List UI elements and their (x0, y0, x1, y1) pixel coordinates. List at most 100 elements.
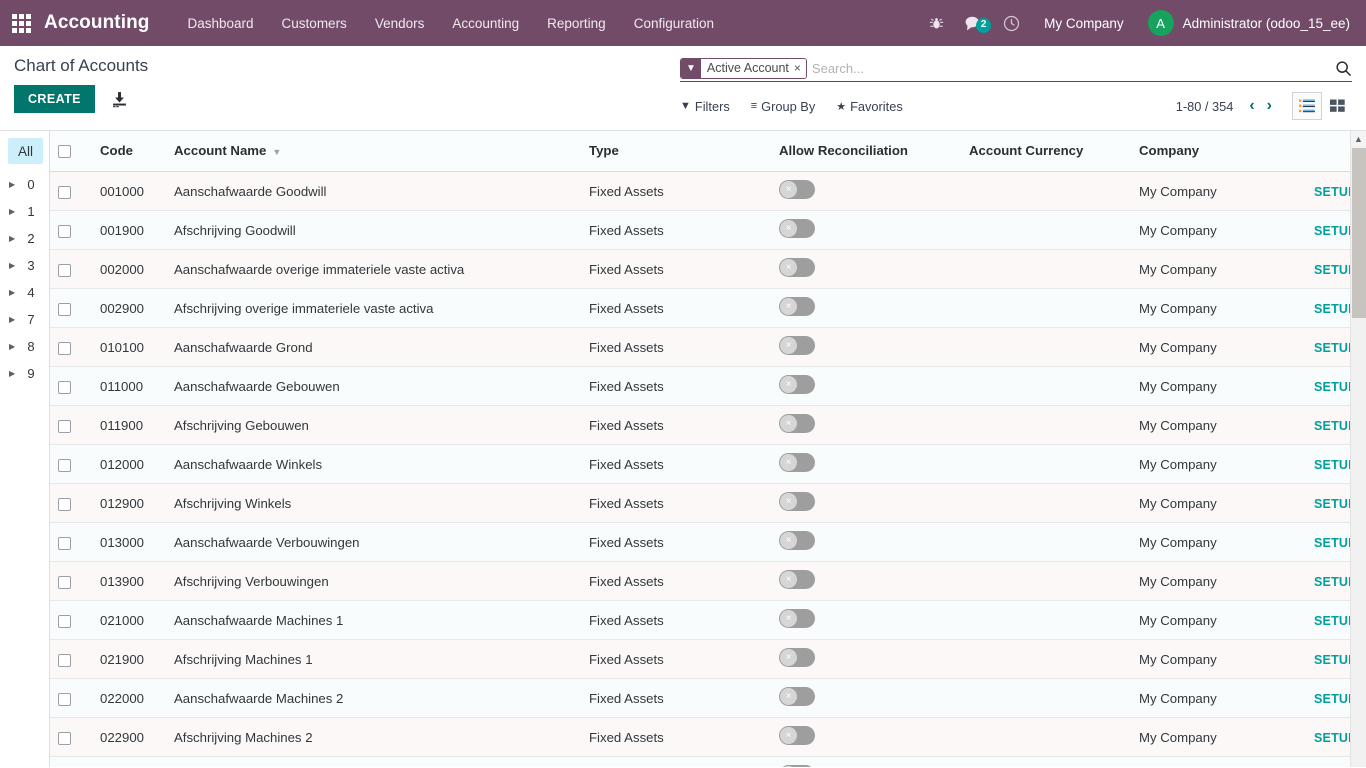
table-row[interactable]: 021000 Aanschafwaarde Machines 1 Fixed Ass… (50, 600, 1366, 641)
create-button[interactable]: CREATE (14, 85, 95, 114)
menu-item-reporting[interactable]: Reporting (533, 0, 620, 46)
pager-value[interactable]: 1-80 / 354 (1176, 99, 1234, 114)
vertical-scrollbar[interactable]: ▲ (1350, 131, 1366, 767)
remove-facet-icon[interactable]: × (793, 58, 806, 78)
reconciliation-toggle[interactable]: × (779, 570, 815, 590)
search-box[interactable]: ▼ Active Account × (680, 56, 1352, 82)
sidebar-item-1[interactable]: ▶ 1 (6, 198, 45, 224)
menu-item-dashboard[interactable]: Dashboard (174, 0, 268, 46)
row-checkbox[interactable] (58, 419, 71, 433)
cell-company: My Company (1131, 522, 1306, 563)
row-checkbox[interactable] (58, 341, 71, 355)
search-facet-active-account[interactable]: ▼ Active Account × (680, 57, 807, 79)
reconciliation-toggle[interactable]: × (779, 453, 815, 473)
row-checkbox[interactable] (58, 380, 71, 394)
sidebar-item-4[interactable]: ▶ 4 (6, 279, 45, 305)
table-row[interactable]: 001000 Aanschafwaarde Goodwill Fixed Asset… (50, 171, 1366, 212)
kanban-view-icon[interactable] (1322, 92, 1352, 120)
row-checkbox[interactable] (58, 263, 71, 277)
table-row[interactable]: 010100 Aanschafwaarde Grond Fixed Assets × M… (50, 327, 1366, 368)
row-checkbox[interactable] (58, 692, 71, 706)
column-header-allow-reconciliation[interactable]: Allow Reconciliation (771, 131, 961, 173)
column-header-code[interactable]: Code (92, 131, 166, 173)
chevron-left-icon[interactable]: ‹ (1243, 98, 1260, 114)
row-checkbox[interactable] (58, 653, 71, 667)
reconciliation-toggle[interactable]: × (779, 336, 815, 356)
table-row[interactable]: 031000Aanschafwaarde BedrijfsinventarisF… (50, 756, 1366, 767)
row-checkbox[interactable] (58, 536, 71, 550)
table-row[interactable]: 012900 Afschrijving Winkels Fixed Assets × M… (50, 483, 1366, 524)
user-menu[interactable]: A Administrator (odoo_15_ee) (1138, 10, 1354, 36)
table-row[interactable]: 011000 Aanschafwaarde Gebouwen Fixed Asset… (50, 366, 1366, 407)
reconciliation-toggle[interactable]: × (779, 726, 815, 746)
menu-item-accounting[interactable]: Accounting (438, 0, 533, 46)
menu-item-configuration[interactable]: Configuration (620, 0, 728, 46)
table-row[interactable]: 002000 Aanschafwaarde overige immateriele… (50, 249, 1366, 290)
sidebar-item-0[interactable]: ▶ 0 (6, 171, 45, 197)
reconciliation-toggle[interactable]: × (779, 219, 815, 239)
import-icon[interactable] (111, 91, 128, 108)
chevron-right-icon[interactable]: › (1261, 98, 1278, 114)
row-checkbox[interactable] (58, 185, 71, 199)
column-header-account-name[interactable]: Account Name ▼ (166, 131, 581, 173)
reconciliation-toggle[interactable]: × (779, 414, 815, 434)
column-header-company[interactable]: Company (1131, 131, 1306, 173)
search-icon[interactable] (1327, 60, 1352, 77)
scroll-up-icon[interactable]: ▲ (1351, 131, 1366, 147)
apps-grid-icon[interactable] (10, 12, 32, 34)
favorites-dropdown[interactable]: ★ Favorites (836, 99, 903, 114)
reconciliation-toggle[interactable]: × (779, 765, 815, 767)
sidebar-item-all[interactable]: All (8, 138, 43, 164)
row-checkbox[interactable] (58, 458, 71, 472)
cell-code: 001900 (92, 210, 166, 251)
table-row[interactable]: 021900 Afschrijving Machines 1 Fixed Asset… (50, 639, 1366, 680)
reconciliation-toggle[interactable]: × (779, 180, 815, 200)
row-checkbox[interactable] (58, 614, 71, 628)
sidebar-item-8[interactable]: ▶ 8 (6, 333, 45, 359)
cell-code: 031000 (92, 756, 166, 767)
row-checkbox[interactable] (58, 497, 71, 511)
search-input[interactable] (809, 58, 1327, 78)
reconciliation-toggle[interactable]: × (779, 609, 815, 629)
column-header-account-currency[interactable]: Account Currency (961, 131, 1131, 173)
cell-account-currency (961, 405, 1131, 446)
app-brand-accounting[interactable]: Accounting (44, 12, 150, 34)
reconciliation-toggle[interactable]: × (779, 297, 815, 317)
messages-icon[interactable]: 2 (954, 15, 993, 33)
reconciliation-toggle[interactable]: × (779, 375, 815, 395)
sidebar-item-3[interactable]: ▶ 3 (6, 252, 45, 278)
row-checkbox[interactable] (58, 302, 71, 316)
cell-type: Fixed Assets (581, 405, 771, 446)
row-checkbox[interactable] (58, 575, 71, 589)
column-header-type[interactable]: Type (581, 131, 771, 173)
row-checkbox[interactable] (58, 224, 71, 238)
reconciliation-toggle[interactable]: × (779, 258, 815, 278)
reconciliation-toggle[interactable]: × (779, 492, 815, 512)
reconciliation-toggle[interactable]: × (779, 531, 815, 551)
table-row[interactable]: 022000 Aanschafwaarde Machines 2 Fixed Ass… (50, 678, 1366, 719)
company-switcher[interactable]: My Company (1030, 16, 1138, 31)
table-row[interactable]: 013000 Aanschafwaarde Verbouwingen Fixed A… (50, 522, 1366, 563)
user-name-label: Administrator (odoo_15_ee) (1182, 15, 1350, 31)
list-view-icon[interactable] (1292, 92, 1322, 120)
select-all-checkbox[interactable] (58, 145, 71, 159)
sidebar-item-7[interactable]: ▶ 7 (6, 306, 45, 332)
table-row[interactable]: 002900 Afschrijving overige immateriele v… (50, 288, 1366, 329)
reconciliation-toggle[interactable]: × (779, 687, 815, 707)
menu-item-vendors[interactable]: Vendors (361, 0, 439, 46)
sidebar-item-2[interactable]: ▶ 2 (6, 225, 45, 251)
row-checkbox[interactable] (58, 731, 71, 745)
groupby-dropdown[interactable]: ≡ Group By (751, 99, 815, 114)
scrollbar-thumb[interactable] (1352, 148, 1366, 318)
bug-icon[interactable] (919, 16, 954, 31)
menu-item-customers[interactable]: Customers (268, 0, 361, 46)
table-row[interactable]: 001900 Afschrijving Goodwill Fixed Assets ×… (50, 210, 1366, 251)
table-row[interactable]: 022900 Afschrijving Machines 2 Fixed Asset… (50, 717, 1366, 758)
reconciliation-toggle[interactable]: × (779, 648, 815, 668)
sidebar-item-9[interactable]: ▶ 9 (6, 360, 45, 386)
table-row[interactable]: 012000 Aanschafwaarde Winkels Fixed Assets… (50, 444, 1366, 485)
filters-dropdown[interactable]: ▼ Filters (680, 99, 730, 114)
clock-icon[interactable] (993, 15, 1030, 32)
table-row[interactable]: 011900 Afschrijving Gebouwen Fixed Assets ×… (50, 405, 1366, 446)
table-row[interactable]: 013900 Afschrijving Verbouwingen Fixed Ass… (50, 561, 1366, 602)
